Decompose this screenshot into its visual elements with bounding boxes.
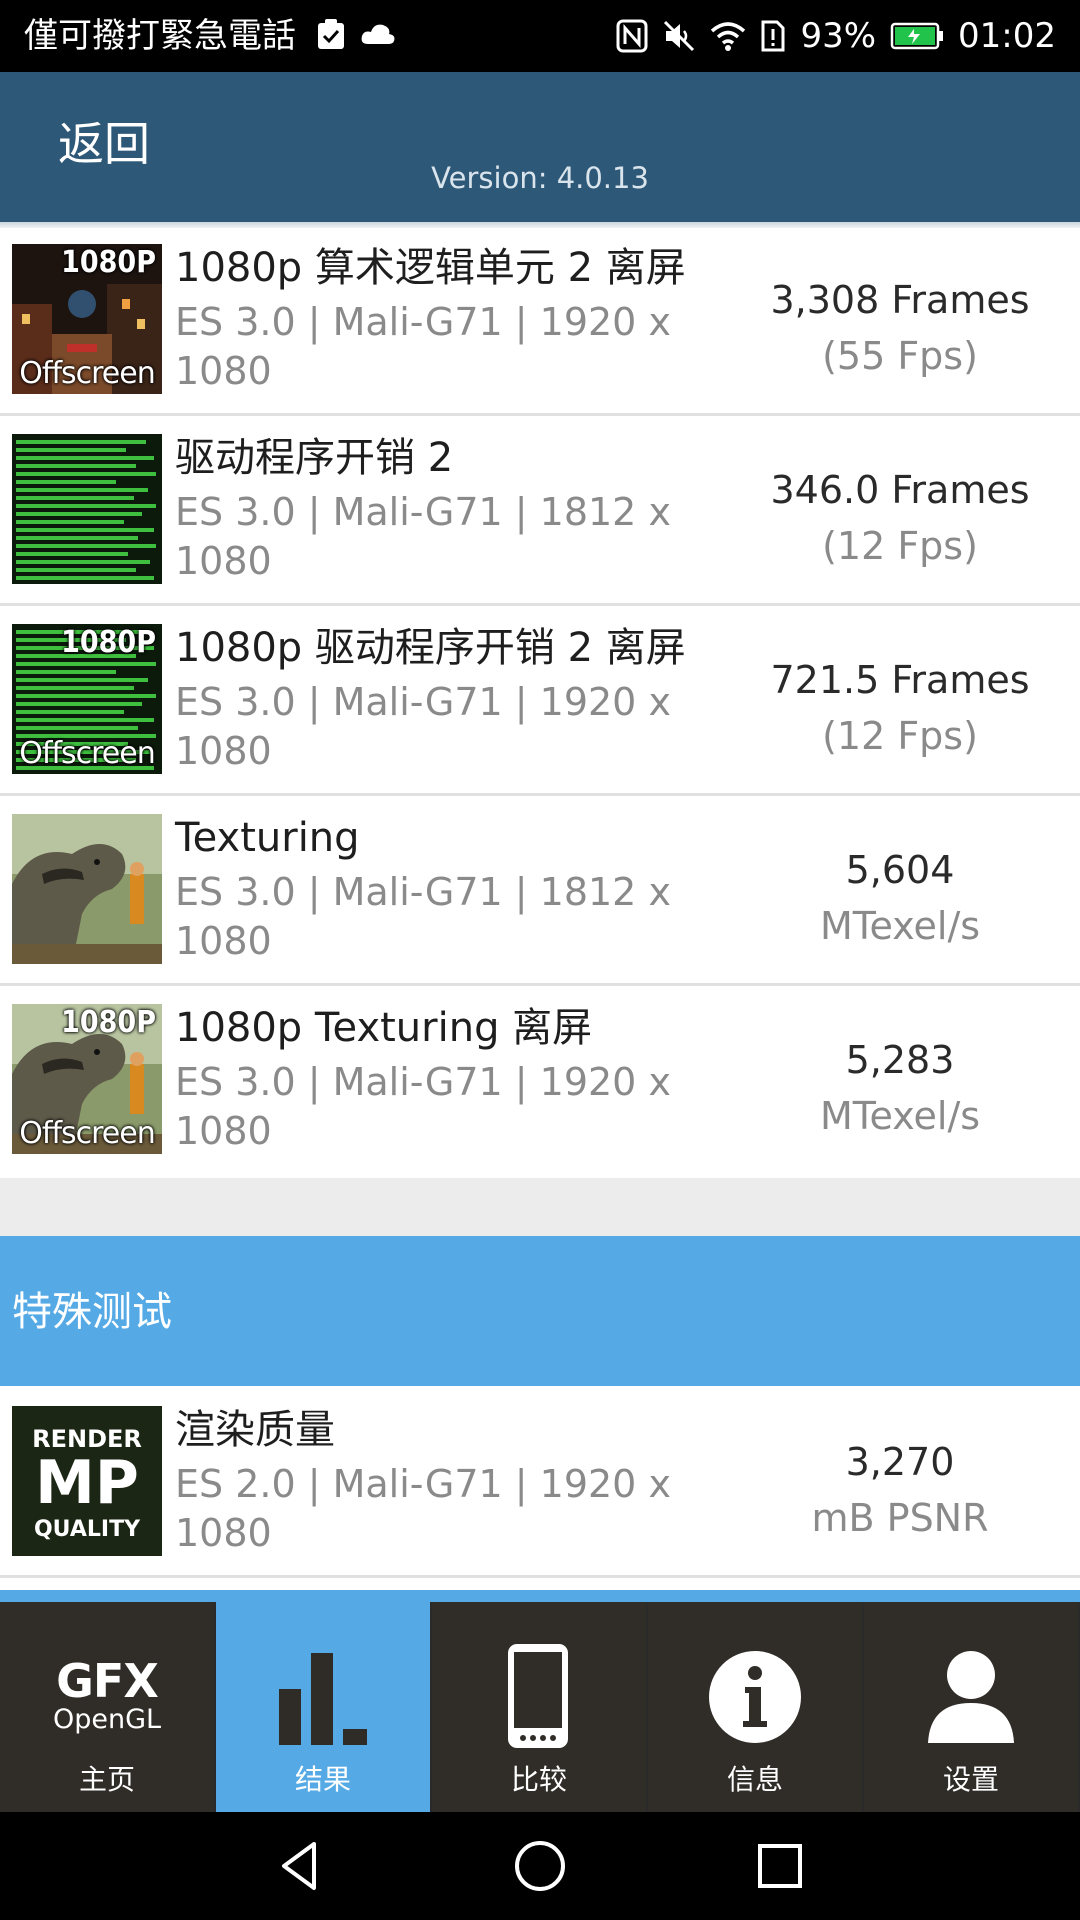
thumb-line-mp: MP: [35, 1448, 139, 1518]
tab-label: 信息: [726, 1763, 783, 1796]
wifi-icon: [711, 22, 746, 51]
test-title: 1080p Texturing 离屏: [175, 1005, 593, 1051]
tab-info[interactable]: 信息: [648, 1602, 862, 1812]
test-title: 1080p 算术逻辑单元 2 离屏: [175, 245, 686, 291]
version-label: Version: 4.0.13: [431, 161, 649, 195]
clipboard-check-icon: [318, 19, 344, 49]
green-bars-icon: 1080P Offscreen: [12, 624, 162, 774]
city-scene-icon: 1080P Offscreen: [12, 244, 162, 394]
thumb-badge-offscreen: Offscreen: [19, 356, 155, 391]
result-row[interactable]: Texturing ES 3.0 | Mali-G71 | 1812 x 108…: [0, 798, 1080, 986]
test-subtitle: ES 3.0 | Mali-G71 | 1812 x 1080: [175, 870, 671, 963]
gfx-opengl-logo: GFX OpenGL: [0, 1642, 214, 1752]
test-unit: MTexel/s: [819, 1094, 981, 1138]
tab-results[interactable]: 结果: [216, 1602, 430, 1812]
cloud-icon: [361, 24, 395, 44]
tab-compare[interactable]: 比较: [432, 1602, 646, 1812]
result-row[interactable]: 1080P Offscreen 1080p 驱动程序开销 2 离屏 ES 3.0…: [0, 608, 1080, 796]
test-score: 5,283: [845, 1038, 955, 1082]
result-row[interactable]: 1080P Offscreen 1080p 算术逻辑单元 2 离屏 ES 3.0…: [0, 228, 1080, 416]
section-title: 特殊测试: [12, 1289, 172, 1335]
test-subtitle: ES 3.0 | Mali-G71 | 1920 x 1080: [175, 1060, 671, 1153]
test-subtitle: ES 3.0 | Mali-G71 | 1920 x 1080: [175, 300, 671, 393]
logo-opengl: OpenGL: [52, 1704, 162, 1735]
nfc-icon: [616, 19, 648, 53]
clock: 01:02: [958, 16, 1056, 56]
tab-label: 结果: [294, 1763, 351, 1796]
test-unit: mB PSNR: [811, 1496, 989, 1540]
test-unit: (12 Fps): [822, 714, 978, 758]
sim-alert-icon: [761, 20, 785, 52]
battery-percent: 93%: [800, 16, 877, 56]
tab-label: 设置: [942, 1763, 999, 1796]
thumb-badge-1080p: 1080P: [61, 625, 156, 660]
test-unit: MTexel/s: [819, 904, 981, 948]
tab-label: 主页: [78, 1763, 135, 1796]
back-triangle-icon[interactable]: [270, 1836, 330, 1896]
green-bars-icon: [12, 434, 162, 584]
tab-label: 比较: [510, 1763, 567, 1796]
app-header: 返回 Version: 4.0.13: [0, 72, 1080, 222]
status-bar: 僅可撥打緊急電話 93% 01:02: [0, 0, 1080, 72]
thumb-badge-offscreen: Offscreen: [19, 736, 155, 771]
test-score: 5,604: [845, 848, 955, 892]
test-title: Texturing: [175, 815, 360, 861]
tab-home[interactable]: GFX OpenGL 主页: [0, 1602, 214, 1812]
test-subtitle: ES 3.0 | Mali-G71 | 1812 x 1080: [175, 490, 671, 583]
test-score: 3,270: [845, 1440, 955, 1484]
thumb-line-quality: QUALITY: [33, 1517, 141, 1542]
system-nav-bar: [0, 1812, 1080, 1920]
dinosaur-icon: [12, 814, 162, 964]
result-row[interactable]: RENDER MP QUALITY 渲染质量 ES 2.0 | Mali-G71…: [0, 1390, 1080, 1578]
logo-gfx: GFX: [56, 1654, 159, 1708]
test-title: 驱动程序开销 2: [175, 435, 454, 481]
tab-settings[interactable]: 设置: [864, 1602, 1078, 1812]
bottom-tab-bar: GFX OpenGL 主页 结果 比较 信息 设置: [0, 1602, 1080, 1812]
results-list[interactable]: 1080P Offscreen 1080p 算术逻辑单元 2 离屏 ES 3.0…: [0, 228, 1080, 1178]
recents-square-icon[interactable]: [750, 1836, 810, 1896]
thumb-badge-offscreen: Offscreen: [19, 1116, 155, 1151]
test-subtitle: ES 3.0 | Mali-G71 | 1920 x 1080: [175, 680, 671, 773]
result-row[interactable]: 驱动程序开销 2 ES 3.0 | Mali-G71 | 1812 x 1080…: [0, 418, 1080, 606]
dinosaur-icon: 1080P Offscreen: [12, 1004, 162, 1154]
test-subtitle: ES 2.0 | Mali-G71 | 1920 x 1080: [175, 1462, 671, 1555]
phone-icon: [432, 1642, 646, 1752]
test-score: 721.5 Frames: [770, 658, 1030, 702]
test-unit: (55 Fps): [822, 334, 978, 378]
mute-icon: [664, 20, 695, 52]
render-quality-logo: RENDER MP QUALITY: [12, 1406, 162, 1556]
test-score: 346.0 Frames: [770, 468, 1030, 512]
user-icon: [864, 1642, 1078, 1752]
result-row[interactable]: 1080P Offscreen 1080p Texturing 离屏 ES 3.…: [0, 988, 1080, 1176]
info-icon: [648, 1642, 862, 1752]
home-circle-icon[interactable]: [510, 1836, 570, 1896]
test-unit: (12 Fps): [822, 524, 978, 568]
section-divider: [0, 1178, 1080, 1236]
bar-chart-icon: [216, 1642, 430, 1752]
test-title: 渲染质量: [175, 1407, 335, 1453]
tab-bar-accent-line: [0, 1590, 1080, 1602]
battery-charging-icon: [890, 22, 944, 50]
thumb-badge-1080p: 1080P: [61, 245, 156, 280]
carrier-text: 僅可撥打緊急電話: [24, 16, 296, 56]
test-title: 1080p 驱动程序开销 2 离屏: [175, 625, 686, 671]
test-score: 3,308 Frames: [770, 278, 1030, 322]
special-tests-header: 特殊测试: [0, 1236, 1080, 1386]
thumb-badge-1080p: 1080P: [61, 1005, 156, 1040]
